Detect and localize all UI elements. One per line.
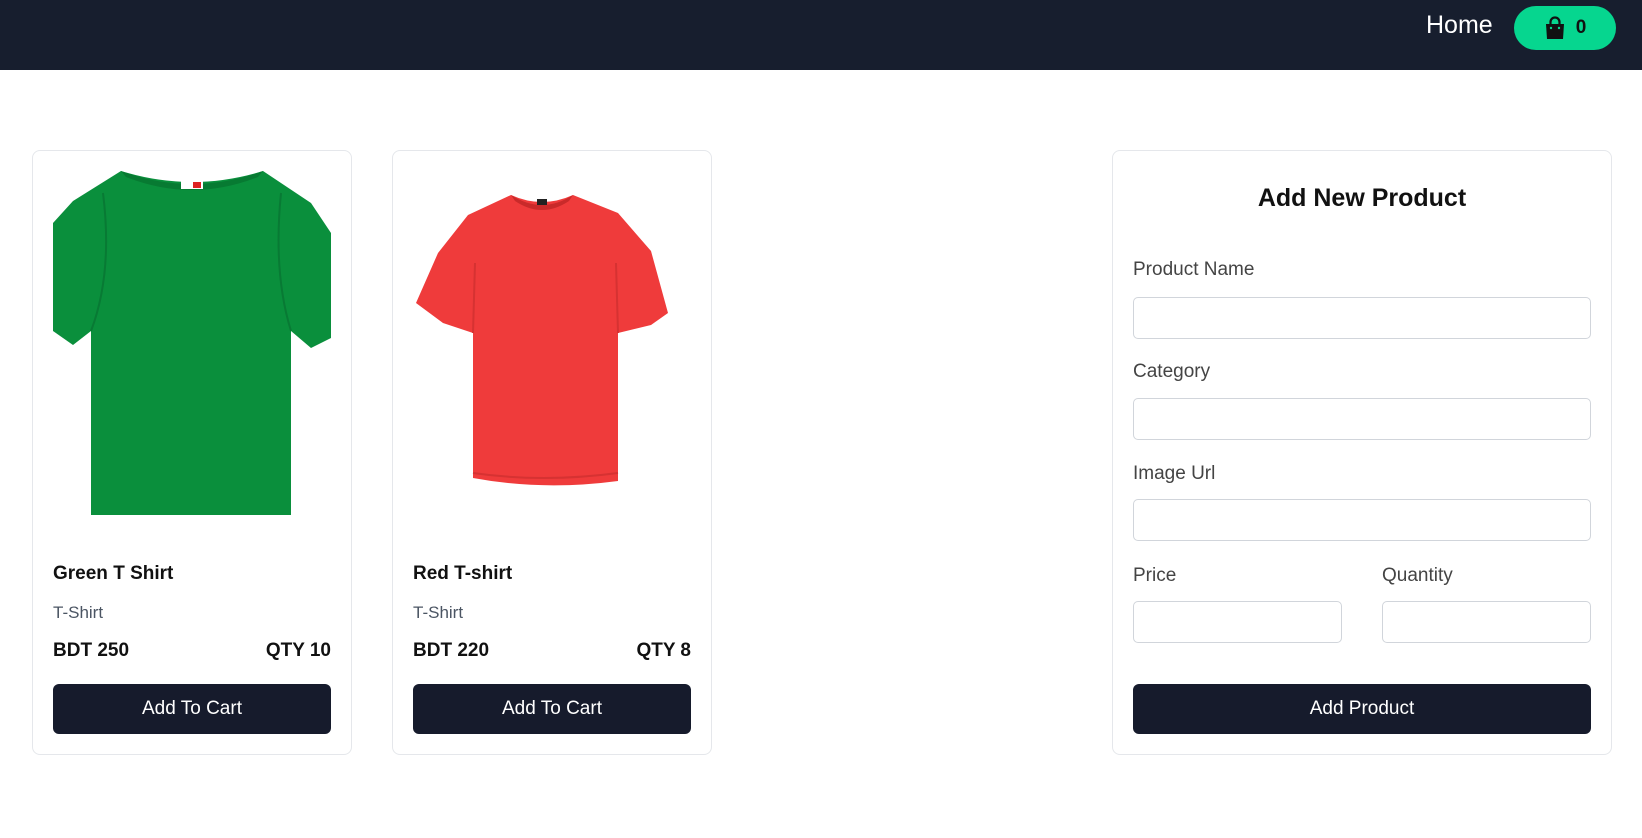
add-to-cart-button[interactable]: Add To Cart [413, 684, 691, 734]
product-category: T-Shirt [413, 603, 464, 622]
quantity-label: Quantity [1382, 565, 1453, 586]
add-product-button[interactable]: Add Product [1133, 684, 1591, 734]
cart-button[interactable]: 0 [1514, 6, 1616, 50]
product-qty: QTY 8 [636, 640, 691, 661]
green-tshirt-image [53, 163, 331, 533]
image-url-label: Image Url [1133, 463, 1216, 484]
add-to-cart-button[interactable]: Add To Cart [53, 684, 331, 734]
cart-count: 0 [1575, 17, 1587, 38]
navbar: Home 0 [0, 0, 1642, 70]
product-category: T-Shirt [53, 603, 104, 622]
form-title: Add New Product [1257, 184, 1467, 212]
product-name-label: Product Name [1133, 259, 1255, 280]
price-label: Price [1133, 565, 1177, 586]
product-card: Green T Shirt T-Shirt BDT 250 QTY 10 Add… [32, 150, 352, 755]
category-label: Category [1133, 361, 1211, 382]
product-name: Red T-shirt [413, 563, 513, 584]
product-qty: QTY 10 [265, 640, 331, 661]
image-url-input[interactable] [1133, 499, 1591, 541]
red-tshirt-image [413, 163, 691, 533]
product-card: Red T-shirt T-Shirt BDT 220 QTY 8 Add To… [392, 150, 712, 755]
price-input[interactable] [1133, 601, 1342, 643]
product-name-input[interactable] [1133, 297, 1591, 339]
quantity-input[interactable] [1382, 601, 1591, 643]
product-name: Green T Shirt [53, 563, 174, 584]
nav-home-link[interactable]: Home [1426, 9, 1493, 41]
product-price: BDT 220 [413, 640, 490, 661]
shopping-bag-icon [1544, 16, 1566, 40]
category-input[interactable] [1133, 398, 1591, 440]
add-product-form: Add New Product Product Name Category Im… [1112, 150, 1612, 755]
product-price: BDT 250 [53, 640, 130, 661]
